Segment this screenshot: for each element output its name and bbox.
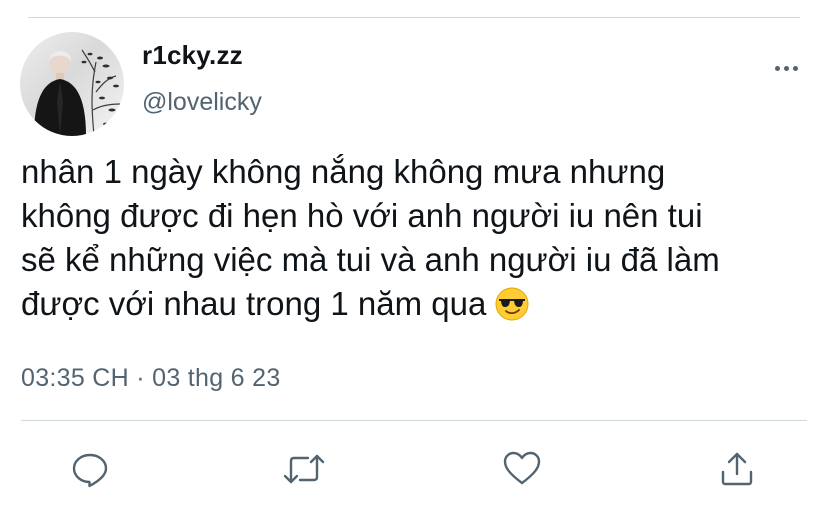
like-icon	[503, 451, 541, 485]
share-button[interactable]	[715, 447, 759, 491]
tweet-text-line: được với nhau trong 1 năm qua	[21, 285, 487, 322]
bottom-divider	[21, 420, 807, 421]
top-divider	[28, 17, 800, 18]
more-dot-icon	[783, 65, 789, 71]
like-button[interactable]	[500, 447, 544, 491]
display-name[interactable]: r1cky.zz	[142, 40, 243, 71]
retweet-button[interactable]	[282, 447, 326, 491]
tweet-timestamp[interactable]: 03:35 CH · 03 thg 6 23	[21, 364, 281, 393]
more-dot-icon	[792, 65, 798, 71]
tweet-text-line: sẽ kể những việc mà tui và anh người iu …	[21, 241, 720, 278]
tweet-text: nhân 1 ngày không nắng không mưa nhưng k…	[21, 150, 811, 332]
reply-button[interactable]	[68, 447, 112, 491]
retweet-icon	[283, 454, 325, 484]
avatar[interactable]	[20, 32, 124, 136]
reply-icon	[72, 453, 108, 488]
tweet-text-line: nhân 1 ngày không nắng không mưa nhưng	[21, 153, 666, 190]
sunglasses-emoji-icon	[495, 287, 529, 332]
more-dot-icon	[774, 65, 780, 71]
share-icon	[721, 452, 753, 486]
handle[interactable]: @lovelicky	[142, 88, 262, 117]
more-options-button[interactable]	[770, 56, 802, 80]
tweet-text-line: không được đi hẹn hò với anh người iu nê…	[21, 197, 703, 234]
